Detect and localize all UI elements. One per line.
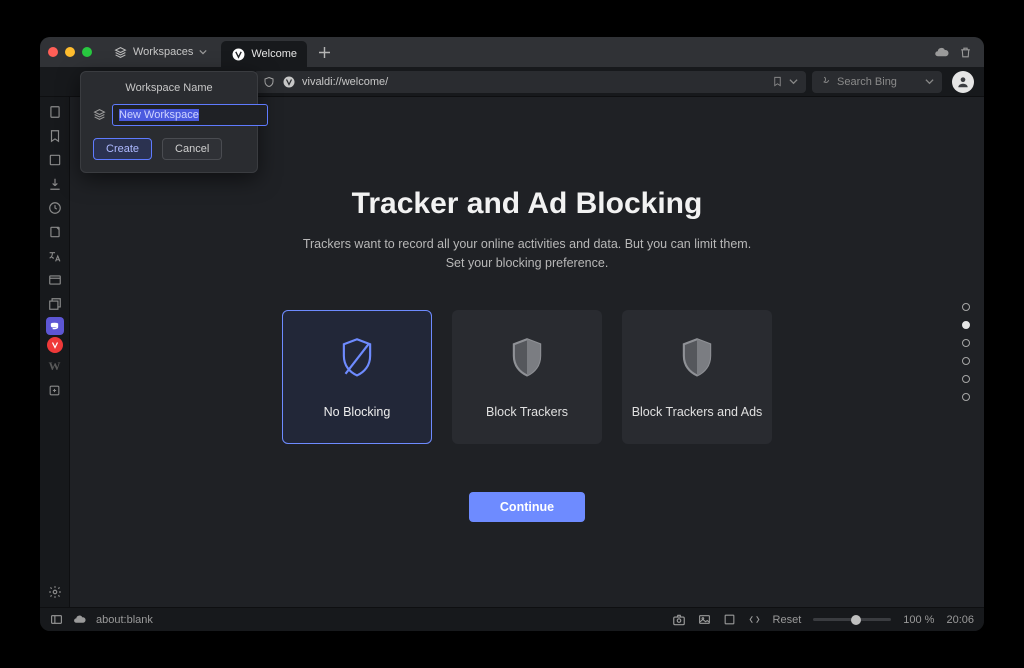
- panel-bar: W: [40, 97, 70, 607]
- panel-bookmarks[interactable]: [42, 101, 68, 123]
- search-engine-icon: [820, 76, 831, 87]
- panel-translate[interactable]: [42, 245, 68, 267]
- step-indicator: [962, 303, 970, 401]
- search-placeholder: Search Bing: [837, 76, 919, 88]
- minimize-window-button[interactable]: [65, 47, 75, 57]
- panel-wikipedia[interactable]: W: [42, 355, 68, 377]
- panel-downloads[interactable]: [42, 149, 68, 171]
- zoom-value: 100 %: [903, 614, 934, 626]
- trash-icon[interactable]: [959, 46, 972, 59]
- status-bar: about:blank Reset 100 % 20:06: [40, 607, 984, 631]
- workspace-name-input[interactable]: [112, 104, 268, 126]
- chevron-down-icon[interactable]: [789, 77, 798, 86]
- step-dot[interactable]: [962, 357, 970, 365]
- sync-icon[interactable]: [73, 613, 86, 626]
- profile-avatar-button[interactable]: [952, 71, 974, 93]
- page-title: Tracker and Ad Blocking: [352, 187, 703, 221]
- user-icon: [956, 75, 970, 89]
- panel-vivaldi[interactable]: [47, 337, 63, 353]
- page-actions-icon[interactable]: [748, 613, 761, 626]
- workspaces-icon: [93, 108, 106, 122]
- zoom-reset-button[interactable]: Reset: [773, 614, 802, 626]
- popup-title: Workspace Name: [93, 82, 245, 94]
- tab-title: Welcome: [251, 48, 297, 60]
- bookmark-icon[interactable]: [772, 76, 783, 87]
- gear-icon: [48, 585, 62, 599]
- shield-icon: [507, 336, 547, 382]
- clock: 20:06: [946, 614, 974, 626]
- continue-button[interactable]: Continue: [469, 492, 585, 522]
- step-dot[interactable]: [962, 303, 970, 311]
- tab-bar: Workspaces Welcome: [40, 37, 984, 67]
- chevron-down-icon[interactable]: [925, 77, 934, 86]
- panel-download-arrow[interactable]: [42, 173, 68, 195]
- maximize-window-button[interactable]: [82, 47, 92, 57]
- browser-window: Workspaces Welcome: [40, 37, 984, 631]
- search-field[interactable]: Search Bing: [812, 71, 942, 93]
- workspaces-label: Workspaces: [133, 46, 193, 58]
- step-dot[interactable]: [962, 375, 970, 383]
- shield-icon: [677, 336, 717, 382]
- cancel-button[interactable]: Cancel: [162, 138, 222, 160]
- step-dot[interactable]: [962, 339, 970, 347]
- address-bar[interactable]: vivaldi://welcome/: [254, 71, 806, 93]
- panel-toggle-icon[interactable]: [50, 613, 63, 626]
- option-no-blocking[interactable]: No Blocking: [282, 310, 432, 444]
- settings-button[interactable]: [42, 581, 68, 603]
- status-url: about:blank: [96, 614, 153, 626]
- workspaces-menu-button[interactable]: Workspaces: [106, 43, 215, 62]
- workspaces-icon: [114, 46, 127, 59]
- shield-icon: [262, 75, 276, 89]
- option-label: Block Trackers and Ads: [632, 405, 763, 419]
- tile-icon[interactable]: [723, 613, 736, 626]
- panel-history[interactable]: [42, 197, 68, 219]
- option-block-trackers-ads[interactable]: Block Trackers and Ads: [622, 310, 772, 444]
- panel-add[interactable]: [42, 379, 68, 401]
- zoom-slider[interactable]: [813, 618, 891, 621]
- capture-icon[interactable]: [672, 613, 686, 627]
- create-workspace-popup: Workspace Name Create Cancel: [80, 71, 258, 173]
- step-dot[interactable]: [962, 393, 970, 401]
- page-subtitle: Trackers want to record all your online …: [297, 235, 757, 274]
- panel-window[interactable]: [42, 269, 68, 291]
- shield-off-icon: [337, 336, 377, 382]
- panel-mastodon[interactable]: [46, 317, 64, 335]
- new-tab-button[interactable]: [313, 40, 337, 64]
- plus-icon: [319, 47, 330, 58]
- chevron-down-icon: [199, 48, 207, 56]
- welcome-page: Tracker and Ad Blocking Trackers want to…: [70, 97, 984, 607]
- sync-cloud-icon[interactable]: [934, 45, 949, 60]
- traffic-lights: [48, 47, 92, 57]
- address-url: vivaldi://welcome/: [302, 76, 766, 88]
- panel-tabs[interactable]: [42, 293, 68, 315]
- image-toggle-icon[interactable]: [698, 613, 711, 626]
- panel-notes[interactable]: [42, 221, 68, 243]
- vivaldi-icon: [231, 47, 245, 61]
- site-vivaldi-icon: [282, 75, 296, 89]
- tab-welcome[interactable]: Welcome: [221, 41, 307, 67]
- blocking-options: No Blocking Block Trackers Block Tracker…: [282, 310, 772, 444]
- option-label: No Blocking: [324, 405, 391, 419]
- step-dot[interactable]: [962, 321, 970, 329]
- panel-reading-list[interactable]: [42, 125, 68, 147]
- close-window-button[interactable]: [48, 47, 58, 57]
- create-button[interactable]: Create: [93, 138, 152, 160]
- option-label: Block Trackers: [486, 405, 568, 419]
- option-block-trackers[interactable]: Block Trackers: [452, 310, 602, 444]
